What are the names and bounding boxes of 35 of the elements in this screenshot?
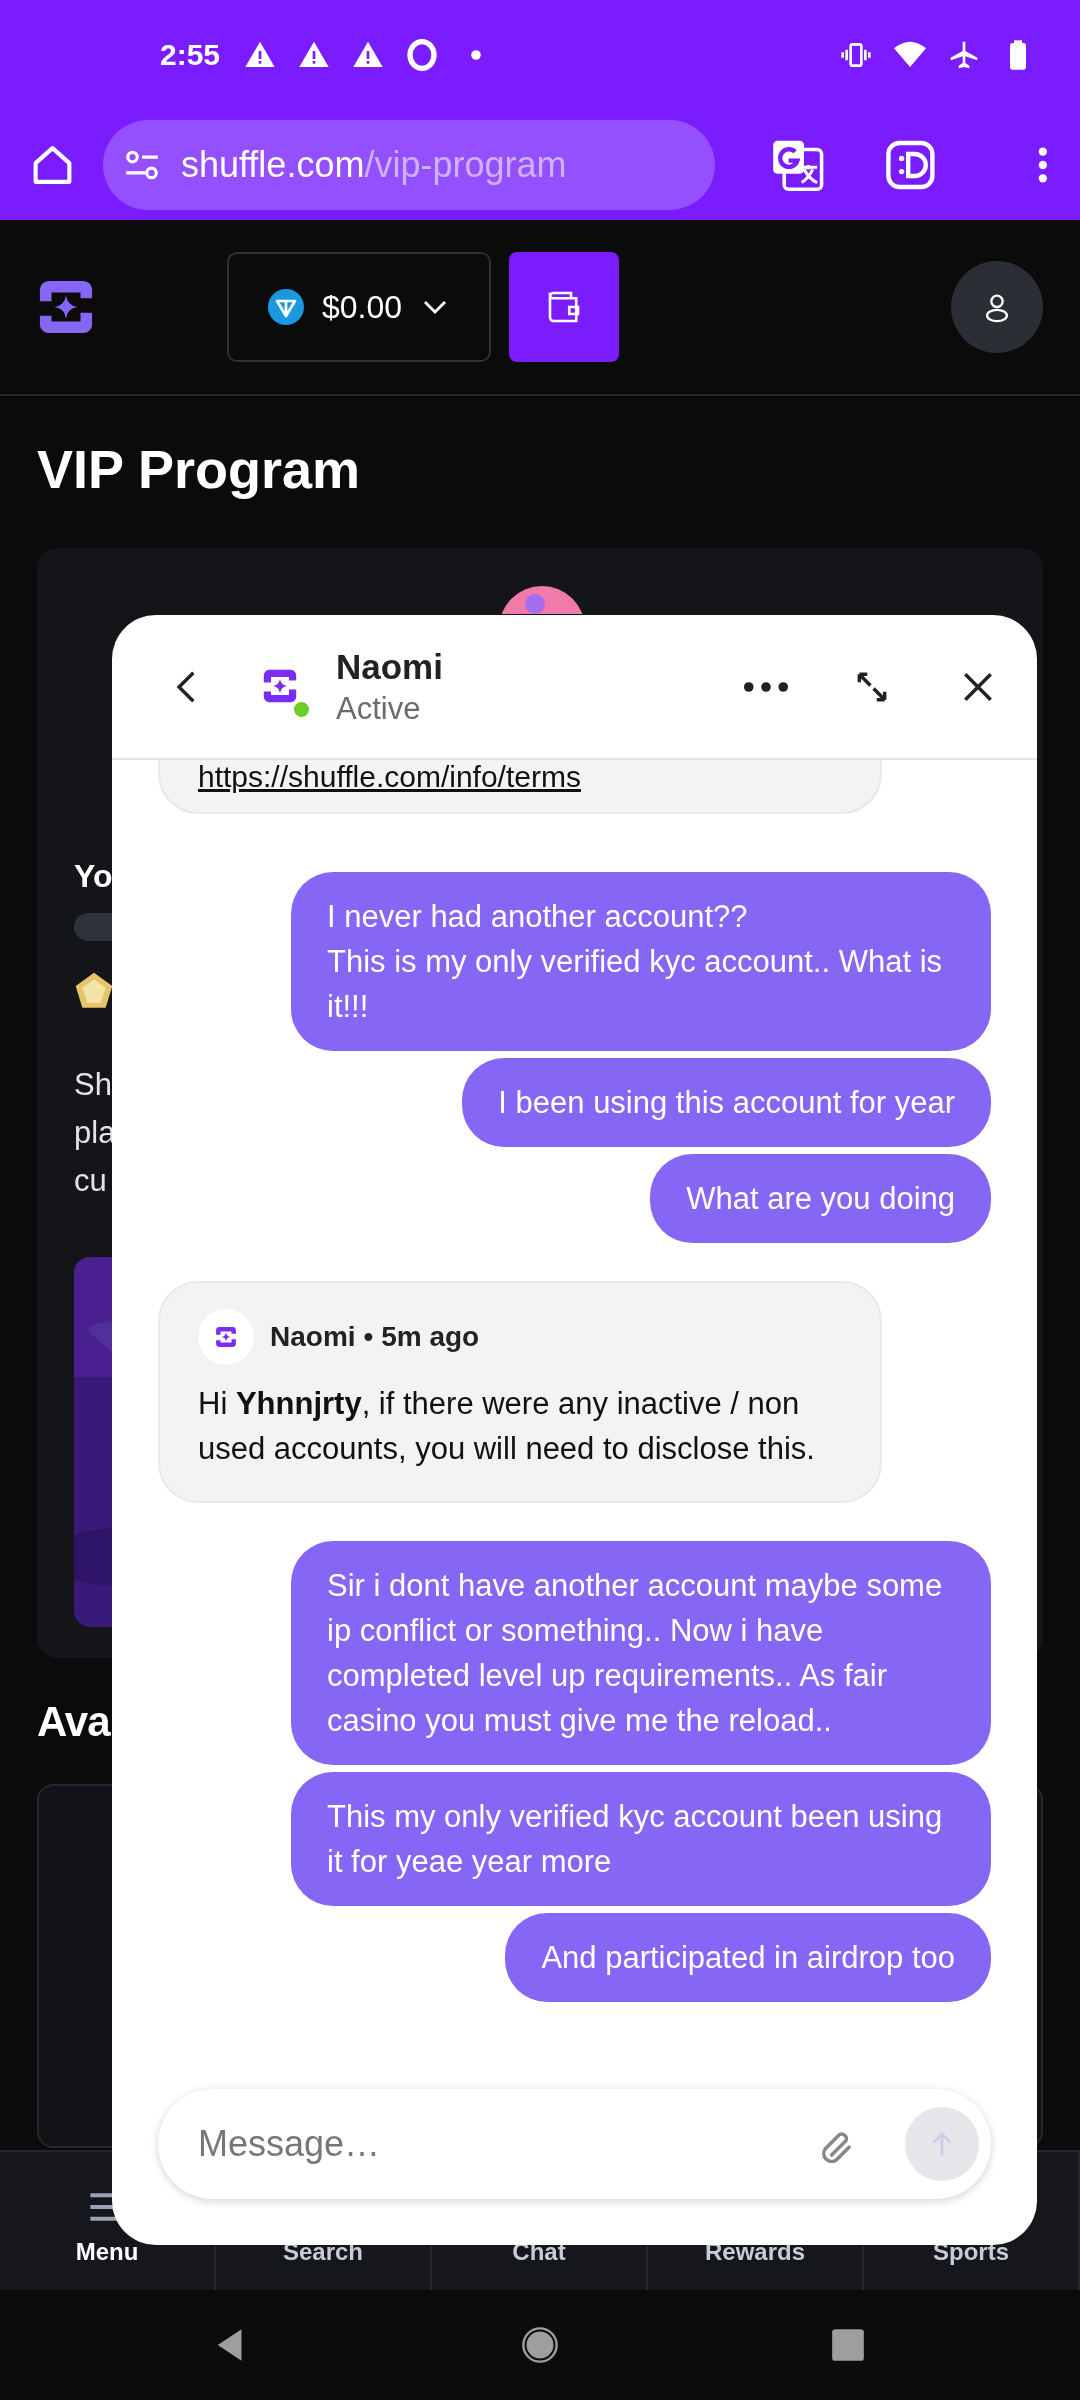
home-button-icon[interactable] [521,2326,559,2364]
message-time: • 5m ago [363,1321,480,1353]
agent-name: Naomi [336,646,443,687]
recents-icon[interactable] [829,2326,867,2364]
wallet-button[interactable] [509,252,619,362]
url-path: /vip-program [364,144,567,186]
balance-dropdown[interactable]: $0.00 [227,252,491,362]
sent-message: What are you doing [650,1154,991,1243]
sent-message: I been using this account for year [462,1058,991,1147]
address-bar[interactable]: shuffle.com/vip-program [102,120,715,210]
translate-icon[interactable] [770,138,824,192]
pentagon-badge-icon [74,971,114,1011]
terms-link[interactable]: https://shuffle.com/info/terms [198,760,581,793]
description-text: cu [74,1162,108,1200]
agent-status: Active [336,690,422,727]
sent-message: This my only verified kyc account been using it for yeae year more [291,1772,991,1906]
ring-icon [406,39,439,71]
extension-icon[interactable] [883,138,937,192]
status-time: 2:55 [160,38,221,72]
description-text: Sh [74,1066,113,1104]
message-author: Naomi [270,1321,356,1353]
sent-message: And participated in airdrop too [505,1913,991,2002]
airplane-icon [948,39,980,71]
notification-dot-icon [470,49,483,61]
page-title: VIP Program [37,438,362,500]
card-heading: Yo [74,858,113,895]
coin-icon [267,289,304,325]
section-title: Ava [37,1697,110,1747]
agent-avatar-icon [198,1309,254,1365]
more-options-icon[interactable] [743,680,789,693]
more-options-icon[interactable] [1036,145,1050,185]
sent-message: Sir i dont have another account maybe some ip conflict or something.. Now i have completed level up requirements.. As fair casino you must give me the reload.. [291,1541,991,1765]
url-host: shuffle.com [180,144,365,186]
sent-message: I never had another account?? This is my only verified kyc account.. What is it!!! [291,872,991,1051]
message-text: Hi Yhnnjrty, if there were any inactive / non used accounts, you will need to disclose this. [198,1385,816,1468]
